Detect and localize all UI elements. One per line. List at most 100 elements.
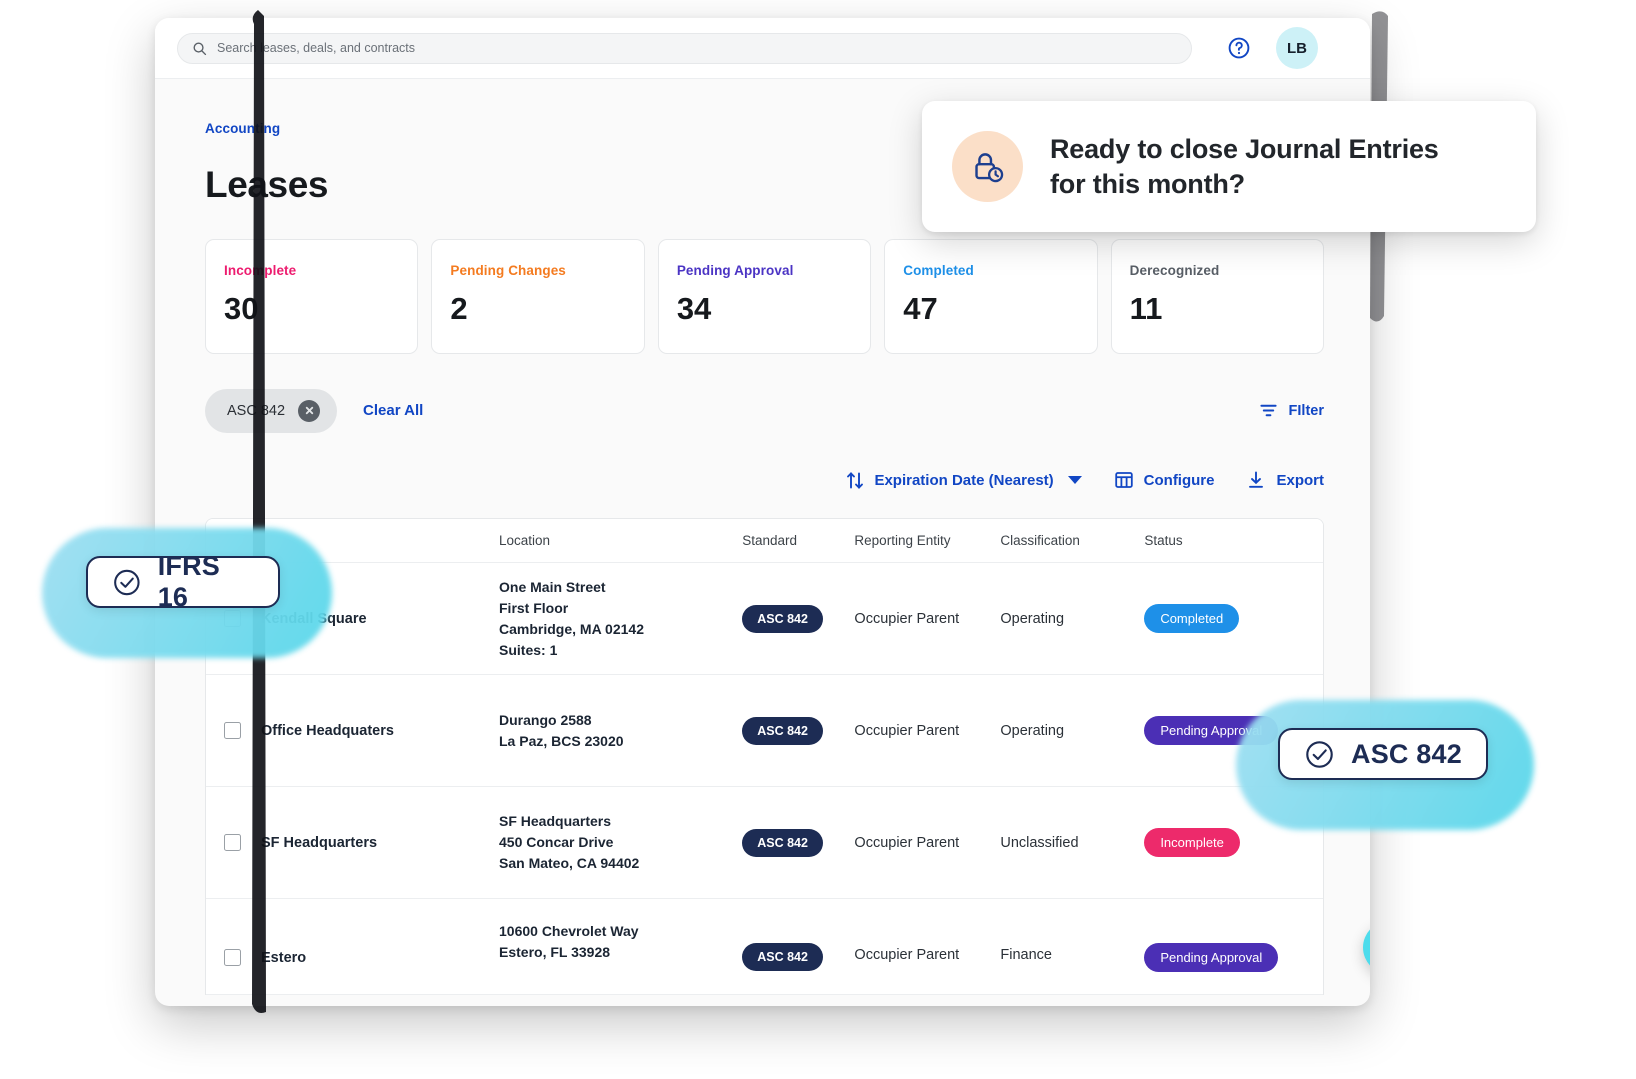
lease-location: One Main Street First Floor Cambridge, M… xyxy=(499,577,742,661)
location-line: Durango 2588 xyxy=(499,710,742,731)
callout-line-1: Ready to close Journal Entries xyxy=(1050,132,1439,167)
lease-name: SF Headquarters xyxy=(261,835,377,851)
row-checkbox[interactable] xyxy=(224,834,241,851)
sort-label: Expiration Date (Nearest) xyxy=(874,472,1053,489)
search-bar[interactable] xyxy=(177,33,1192,64)
screenshot-root: LB Accounting Leases Incomplete 30 Pendi… xyxy=(0,0,1636,1079)
floating-badge-asc842[interactable]: ASC 842 xyxy=(1236,700,1534,830)
filter-button-label: FIlter xyxy=(1289,403,1324,419)
stat-value: 30 xyxy=(224,291,399,327)
lease-location: Durango 2588 La Paz, BCS 23020 xyxy=(499,710,742,752)
leases-table: Location Standard Reporting Entity Class… xyxy=(205,518,1324,995)
stat-label: Pending Approval xyxy=(677,263,852,278)
col-header-classification[interactable]: Classification xyxy=(1000,533,1144,548)
configure-button[interactable]: Configure xyxy=(1114,470,1215,490)
status-badge: Completed xyxy=(1144,604,1239,633)
help-circle-icon xyxy=(1227,36,1251,60)
standard-badge: ASC 842 xyxy=(742,943,823,971)
location-line: Estero, FL 33928 xyxy=(499,942,742,963)
stat-card-pending-approval[interactable]: Pending Approval 34 xyxy=(658,239,871,354)
stat-cards: Incomplete 30 Pending Changes 2 Pending … xyxy=(205,239,1324,354)
stat-value: 11 xyxy=(1130,291,1305,327)
filter-button[interactable]: FIlter xyxy=(1259,401,1324,420)
reporting-entity: Occupier Parent xyxy=(854,723,1000,739)
check-circle-icon xyxy=(1304,739,1335,770)
stat-card-pending-changes[interactable]: Pending Changes 2 xyxy=(431,239,644,354)
sort-arrows-icon xyxy=(846,471,864,490)
export-label: Export xyxy=(1276,472,1324,489)
stat-value: 2 xyxy=(450,291,625,327)
clear-all-button[interactable]: Clear All xyxy=(363,402,423,419)
configure-label: Configure xyxy=(1144,472,1215,489)
standard-badge: ASC 842 xyxy=(742,829,823,857)
help-button[interactable] xyxy=(1226,35,1252,61)
export-button[interactable]: Export xyxy=(1246,470,1324,490)
lease-location: 10600 Chevrolet Way Estero, FL 33928 xyxy=(499,921,742,963)
col-header-location[interactable]: Location xyxy=(499,533,742,548)
avatar-initials: LB xyxy=(1287,40,1307,57)
standard-badge: ASC 842 xyxy=(742,717,823,745)
classification: Operating xyxy=(1000,723,1144,739)
table-row[interactable]: Estero 10600 Chevrolet Way Estero, FL 33… xyxy=(206,899,1323,995)
callout-text: Ready to close Journal Entries for this … xyxy=(1050,132,1439,202)
reporting-entity: Occupier Parent xyxy=(854,611,1000,627)
lock-clock-icon-wrap xyxy=(952,131,1023,202)
badge-pill[interactable]: ASC 842 xyxy=(1278,728,1488,780)
classification: Unclassified xyxy=(1000,835,1144,851)
badge-label: ASC 842 xyxy=(1351,739,1462,770)
col-header-entity[interactable]: Reporting Entity xyxy=(854,533,1000,548)
location-line: 450 Concar Drive xyxy=(499,832,742,853)
filter-chip-asc842[interactable]: ASC 842 xyxy=(205,389,337,433)
classification: Operating xyxy=(1000,611,1144,627)
filter-icon xyxy=(1259,401,1278,420)
stat-card-incomplete[interactable]: Incomplete 30 xyxy=(205,239,418,354)
col-header-standard[interactable]: Standard xyxy=(742,533,854,548)
top-bar: LB xyxy=(155,18,1370,79)
avatar[interactable]: LB xyxy=(1276,27,1318,69)
stat-label: Pending Changes xyxy=(450,263,625,278)
journal-entries-callout[interactable]: Ready to close Journal Entries for this … xyxy=(922,101,1536,232)
search-icon xyxy=(192,41,207,56)
stat-value: 34 xyxy=(677,291,852,327)
classification: Finance xyxy=(1000,921,1144,963)
search-input[interactable] xyxy=(217,41,1177,55)
lease-location: SF Headquarters 450 Concar Drive San Mat… xyxy=(499,811,742,874)
row-checkbox[interactable] xyxy=(224,949,241,966)
location-line: La Paz, BCS 23020 xyxy=(499,731,742,752)
floating-badge-ifrs16[interactable]: IFRS 16 xyxy=(42,528,332,658)
reporting-entity: Occupier Parent xyxy=(854,835,1000,851)
table-row[interactable]: Office Headquaters Durango 2588 La Paz, … xyxy=(206,675,1323,787)
standard-badge: ASC 842 xyxy=(742,605,823,633)
stat-label: Derecognized xyxy=(1130,263,1305,278)
location-line: Suites: 1 xyxy=(499,640,742,661)
status-badge: Pending Approval xyxy=(1144,943,1278,972)
stat-card-completed[interactable]: Completed 47 xyxy=(884,239,1097,354)
status-badge: Incomplete xyxy=(1144,828,1240,857)
stat-card-derecognized[interactable]: Derecognized 11 xyxy=(1111,239,1324,354)
table-header-row: Location Standard Reporting Entity Class… xyxy=(206,519,1323,563)
sort-control[interactable]: Expiration Date (Nearest) xyxy=(846,471,1081,490)
table-row[interactable]: Kendall Square One Main Street First Flo… xyxy=(206,563,1323,675)
location-line: San Mateo, CA 94402 xyxy=(499,853,742,874)
row-checkbox[interactable] xyxy=(224,722,241,739)
lease-name: Estero xyxy=(261,950,306,966)
filter-chip-label: ASC 842 xyxy=(227,403,285,419)
table-toolbar: Expiration Date (Nearest) Configure xyxy=(205,460,1324,500)
download-icon xyxy=(1246,470,1266,490)
lock-clock-icon xyxy=(969,148,1006,185)
chevron-down-icon xyxy=(1068,476,1082,485)
location-line: Cambridge, MA 02142 xyxy=(499,619,742,640)
close-icon xyxy=(304,405,315,416)
filter-chip-row: ASC 842 Clear All FIlter xyxy=(205,388,1324,433)
table-row[interactable]: SF Headquarters SF Headquarters 450 Conc… xyxy=(206,787,1323,899)
badge-label: IFRS 16 xyxy=(158,551,254,613)
reporting-entity: Occupier Parent xyxy=(854,921,1000,963)
location-line: SF Headquarters xyxy=(499,811,742,832)
location-line: One Main Street xyxy=(499,577,742,598)
location-line: 10600 Chevrolet Way xyxy=(499,921,742,942)
col-header-status[interactable]: Status xyxy=(1144,533,1323,548)
remove-filter-icon[interactable] xyxy=(298,400,320,422)
stat-value: 47 xyxy=(903,291,1078,327)
table-columns-icon xyxy=(1114,470,1134,490)
badge-pill[interactable]: IFRS 16 xyxy=(86,556,280,608)
